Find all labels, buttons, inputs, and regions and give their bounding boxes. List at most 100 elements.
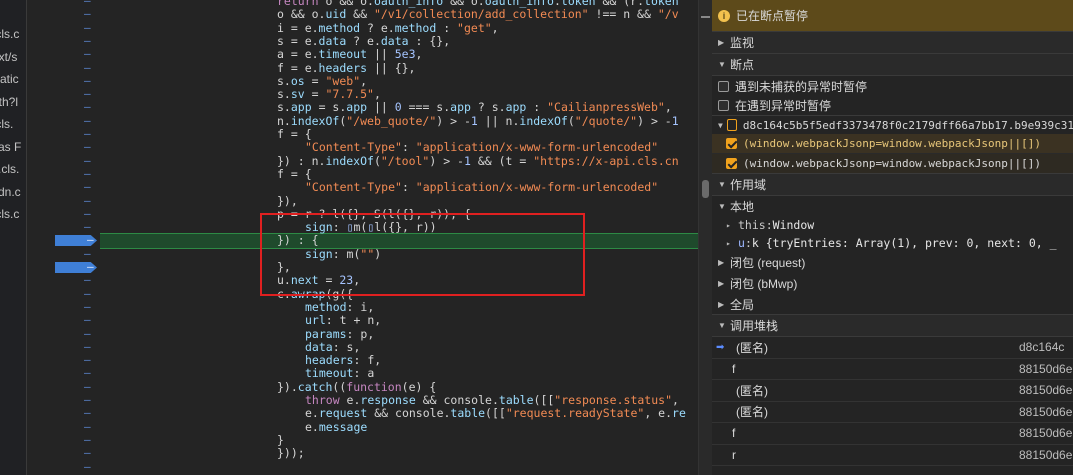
source-file-item[interactable]: cdn.c [0, 185, 21, 199]
scope-global[interactable]: ▶ 全局 [712, 294, 1073, 315]
code-line[interactable]: f = { [277, 167, 312, 181]
frame-location[interactable]: 88150d6e [1019, 383, 1072, 397]
editor-scrollbar[interactable] [698, 0, 712, 475]
code-line[interactable]: a = e.timeout || 5e3, [277, 47, 422, 61]
breakpoint-item[interactable]: (window.webpackJsonp=window.webpackJsonp… [712, 134, 1073, 154]
line-marker[interactable]: – [84, 167, 94, 180]
section-watch[interactable]: ▶ 监视 [712, 32, 1073, 54]
line-marker[interactable]: – [84, 127, 94, 140]
source-file-item[interactable]: .cls.c [0, 207, 19, 221]
section-scope[interactable]: ▼ 作用域 [712, 174, 1073, 196]
source-file-item[interactable]: atic [0, 72, 19, 86]
line-marker[interactable]: – [84, 420, 94, 433]
line-marker[interactable]: – [84, 460, 94, 473]
line-marker[interactable]: – [84, 340, 94, 353]
code-line[interactable]: method: i, [277, 300, 374, 314]
frame-location[interactable]: 88150d6e [1019, 362, 1072, 376]
code-line[interactable]: e.message [277, 420, 367, 434]
line-marker[interactable]: – [84, 353, 94, 366]
pause-uncaught-checkbox[interactable] [718, 80, 729, 92]
frame-location[interactable]: d8c164c [1019, 340, 1064, 354]
code-line[interactable]: headers: f, [277, 353, 381, 367]
callstack-frame[interactable]: (匿名) 88150d6e [712, 402, 1073, 423]
line-marker[interactable]: – [84, 287, 94, 300]
source-file-item[interactable]: .cls. [0, 117, 13, 131]
line-marker[interactable]: – [84, 140, 94, 153]
line-marker[interactable]: – [84, 433, 94, 446]
breakpoint-checkbox[interactable] [726, 158, 737, 169]
line-marker[interactable]: – [84, 327, 94, 340]
code-line[interactable]: i = e.method ? e.method : "get", [277, 21, 499, 35]
code-line[interactable]: s = e.data ? e.data : {}, [277, 34, 450, 48]
code-line[interactable]: f = { [277, 127, 312, 141]
line-marker[interactable]: – [84, 180, 94, 193]
line-gutter[interactable]: –––––––––––––––––––––––––––––––––––––– [27, 0, 100, 475]
scroll-thumb[interactable] [702, 180, 709, 198]
code-line[interactable]: s.sv = "7.7.5", [277, 87, 381, 101]
callstack-frame[interactable]: f 88150d6e [712, 359, 1073, 380]
code-line[interactable]: timeout: a [277, 367, 374, 381]
code-line[interactable]: s.os = "web", [277, 74, 367, 88]
breakpoint-file[interactable]: ▼ d8c164c5b5f5edf3373478f0c2179dff66a7bb1… [712, 116, 1073, 134]
line-marker[interactable]: – [84, 7, 94, 20]
line-marker[interactable]: – [84, 114, 94, 127]
source-file-item[interactable]: ext/s [0, 50, 17, 64]
code-line[interactable]: e.request && console.table([["request.re… [277, 406, 686, 420]
line-marker[interactable]: – [84, 300, 94, 313]
scope-closure-bmwp[interactable]: ▶ 闭包 (bMwp) [712, 273, 1073, 294]
source-file-item[interactable]: .cls.c [0, 27, 19, 41]
line-marker[interactable]: – [84, 154, 94, 167]
line-marker[interactable]: – [84, 21, 94, 34]
line-marker[interactable]: – [84, 61, 94, 74]
code-line[interactable]: } [277, 433, 284, 447]
source-file-item[interactable]: vas F [0, 140, 21, 154]
line-marker[interactable]: – [84, 47, 94, 60]
line-marker[interactable]: – [84, 273, 94, 286]
line-marker[interactable]: – [84, 313, 94, 326]
breakpoint-item[interactable]: (window.webpackJsonp=window.webpackJsonp… [712, 154, 1073, 174]
section-breakpoints[interactable]: ▼ 断点 [712, 54, 1073, 76]
line-marker[interactable]: – [84, 446, 94, 459]
scope-closure-request[interactable]: ▶ 闭包 (request) [712, 252, 1073, 273]
breakpoint-marker[interactable]: – [55, 262, 97, 273]
line-marker[interactable]: – [84, 380, 94, 393]
line-marker[interactable]: – [84, 406, 94, 419]
frame-location[interactable]: 88150d6e [1019, 405, 1072, 419]
code-line[interactable]: url: t + n, [277, 313, 381, 327]
callstack-frame[interactable]: f 88150d6e [712, 423, 1073, 445]
callstack-frame[interactable]: (匿名) 88150d6e [712, 380, 1073, 402]
line-marker[interactable]: – [84, 207, 94, 220]
code-line[interactable]: n.indexOf("/web_quote/") > -1 || n.index… [277, 114, 679, 128]
frame-location[interactable]: 88150d6e [1019, 448, 1072, 462]
code-line[interactable]: s.app = s.app || 0 === s.app ? s.app : "… [277, 101, 672, 115]
line-marker[interactable]: – [84, 74, 94, 87]
callstack-frame[interactable]: r 88150d6e [712, 445, 1073, 466]
line-marker[interactable]: – [84, 87, 94, 100]
breakpoint-marker[interactable]: – [55, 235, 97, 246]
line-marker[interactable]: – [84, 100, 94, 113]
scope-u[interactable]: ▸ u: k {tryEntries: Array(1), prev: 0, ne… [712, 234, 1073, 252]
pause-caught-option[interactable]: 在遇到异常时暂停 [712, 96, 1073, 116]
breakpoint-checkbox[interactable] [726, 138, 737, 149]
line-marker[interactable]: – [84, 247, 94, 260]
code-line[interactable]: data: s, [277, 340, 360, 354]
pause-uncaught-option[interactable]: 遇到未捕获的异常时暂停 [712, 76, 1073, 96]
code-line[interactable]: o && o.uid && "/v1/collection/add_collec… [277, 7, 679, 21]
code-line[interactable]: }), [277, 194, 298, 208]
code-line[interactable]: "Content-Type": "application/x-www-form-… [277, 140, 658, 154]
pause-caught-checkbox[interactable] [718, 100, 729, 111]
line-marker[interactable]: – [84, 34, 94, 47]
code-line[interactable]: }) : n.indexOf("/tool") > -1 && (t = "ht… [277, 154, 679, 168]
code-line[interactable]: f = e.headers || {}, [277, 61, 415, 75]
code-line[interactable]: throw e.response && console.table([["res… [277, 393, 679, 407]
section-callstack[interactable]: ▼ 调用堆栈 [712, 315, 1073, 337]
line-marker[interactable]: – [84, 0, 94, 7]
callstack-frame[interactable]: ➡ (匿名) d8c164c [712, 337, 1073, 359]
code-line[interactable]: }).catch((function(e) { [277, 380, 436, 394]
scope-this[interactable]: ▸ this: Window [712, 216, 1073, 234]
code-line[interactable]: params: p, [277, 327, 374, 341]
source-file-item[interactable]: pth?l [0, 95, 18, 109]
line-marker[interactable]: – [84, 194, 94, 207]
source-file-item[interactable]: s.cls. [0, 162, 19, 176]
frame-location[interactable]: 88150d6e [1019, 426, 1072, 440]
